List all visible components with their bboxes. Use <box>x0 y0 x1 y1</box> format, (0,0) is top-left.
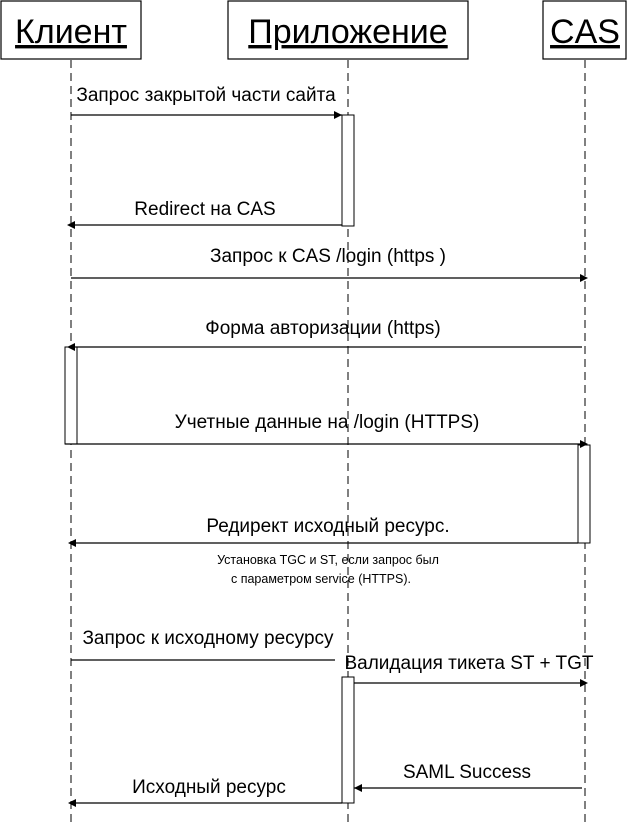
message-9: SAML Success <box>354 762 582 792</box>
message-label: Запрос к исходному ресурсу <box>82 628 334 649</box>
activation-cas-1 <box>577 444 591 544</box>
arrowhead-icon <box>580 274 588 282</box>
message-label: Редирект исходный ресурс. <box>206 516 449 537</box>
message-label: Запрос закрытой части сайта <box>76 85 336 106</box>
message-label: SAML Success <box>403 762 531 783</box>
sequence-diagram: Клиент Приложение CAS Запрос закрытой ча… <box>0 0 627 825</box>
arrowhead-icon <box>68 799 76 807</box>
activation-app-1 <box>341 114 355 227</box>
message-1: Запрос закрытой части сайта <box>71 85 342 119</box>
message-label: Валидация тикета ST + TGT <box>344 653 593 674</box>
message-2: Redirect на CAS <box>67 199 342 229</box>
actor-label: Клиент <box>15 13 127 51</box>
message-4: Форма авторизации (https) <box>67 318 582 351</box>
message-10: Исходный ресурс <box>68 777 342 807</box>
message-label: Учетные данные на /login (HTTPS) <box>175 412 480 433</box>
note-line: Установка TGC и ST, если запрос был <box>217 553 439 567</box>
arrowhead-icon <box>580 679 588 687</box>
message-label: Исходный ресурс <box>132 777 286 798</box>
message-6: Редирект исходный ресурс. <box>68 516 578 547</box>
arrowhead-icon <box>354 784 362 792</box>
activation-app-2 <box>341 676 355 804</box>
actor-cas: CAS <box>542 0 627 60</box>
arrowhead-icon <box>334 111 342 119</box>
note-line: с параметром service (HTTPS). <box>231 572 411 586</box>
actor-client: Клиент <box>0 0 142 60</box>
actor-label: Приложение <box>248 13 447 51</box>
message-7: Запрос к исходному ресурсу <box>71 628 335 661</box>
message-5: Учетные данные на /login (HTTPS) <box>65 412 588 448</box>
actor-label: CAS <box>550 13 620 51</box>
message-3: Запрос к CAS /login (https ) <box>71 246 588 282</box>
note-1: Установка TGC и ST, если запрос был с па… <box>217 553 439 586</box>
message-label: Redirect на CAS <box>134 199 275 220</box>
message-8: Валидация тикета ST + TGT <box>344 653 594 687</box>
message-label: Форма авторизации (https) <box>205 318 440 339</box>
message-label: Запрос к CAS /login (https ) <box>210 246 446 267</box>
arrowhead-icon <box>68 539 76 547</box>
actor-app: Приложение <box>227 0 469 60</box>
activation-client-1 <box>64 346 78 445</box>
